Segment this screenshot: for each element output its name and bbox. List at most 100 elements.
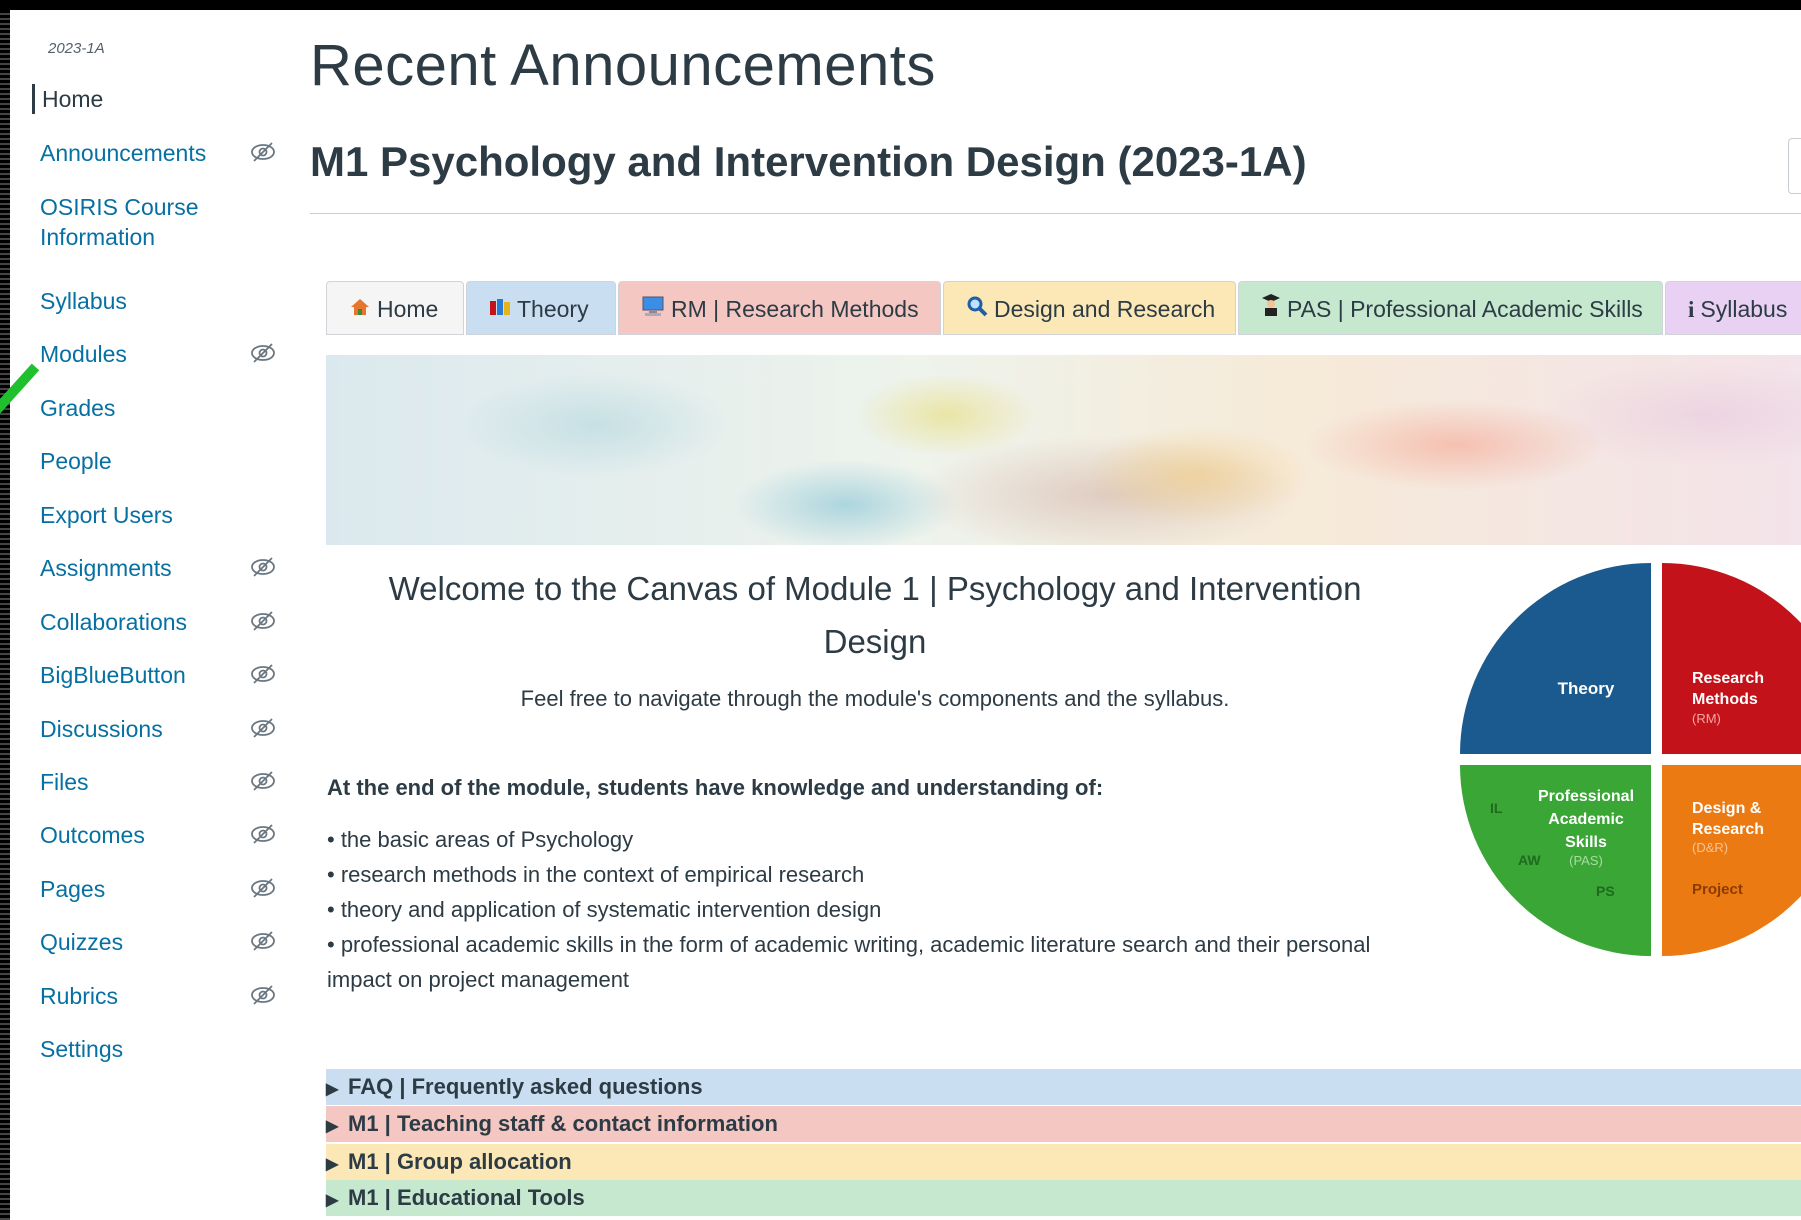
triangle-right-icon: ▶ <box>326 1192 339 1209</box>
pie-label-dr-1: Design & <box>1692 800 1762 817</box>
pie-label-rm-1: Research <box>1692 670 1764 687</box>
triangle-right-icon: ▶ <box>326 1156 339 1173</box>
welcome-heading: Welcome to the Canvas of Module 1 | Psyc… <box>388 570 1362 660</box>
pie-label-pas-2: Academic <box>1548 811 1624 828</box>
research-methods-quadrant[interactable] <box>1662 563 1801 754</box>
pie-label-rm-abbr: (RM) <box>1692 711 1721 726</box>
options-button[interactable] <box>1788 138 1801 194</box>
module-components-diagram: Theory Research Methods (RM) Professiona… <box>1460 563 1801 956</box>
collapsible-label: M1 | Educational Tools <box>348 1185 585 1210</box>
sidebar-item-files[interactable]: Files <box>40 767 276 797</box>
tab-theory[interactable]: Theory <box>466 281 616 335</box>
list-item: • the basic areas of Psychology <box>327 827 634 852</box>
pie-label-project: Project <box>1692 881 1743 898</box>
pie-label-pas-3: Skills <box>1565 834 1607 851</box>
eye-slash-icon <box>251 878 275 898</box>
sidebar-item-label: Announcements <box>40 140 207 166</box>
graduate-icon <box>1261 282 1281 336</box>
sidebar-item-label: Rubrics <box>40 983 118 1009</box>
sidebar-item-home[interactable]: Home <box>32 84 278 114</box>
tab-label: Home <box>377 296 439 322</box>
sidebar-item-label: People <box>40 448 112 474</box>
eye-slash-icon <box>251 343 275 363</box>
sidebar-item-announcements[interactable]: Announcements <box>40 138 276 168</box>
sidebar-item-discussions[interactable]: Discussions <box>40 714 276 744</box>
term-label: 2023-1A <box>48 40 105 57</box>
sidebar-item-syllabus[interactable]: Syllabus <box>40 286 276 316</box>
sidebar-item-outcomes[interactable]: Outcomes <box>40 820 276 850</box>
sidebar-item-label: Collaborations <box>40 609 188 635</box>
collapsible-label: FAQ | Frequently asked questions <box>348 1074 703 1099</box>
educational-tools-collapsible[interactable]: ▶ M1 | Educational Tools <box>326 1180 1801 1216</box>
window-edge <box>0 10 10 1220</box>
outcomes-list: • the basic areas of Psychology • resear… <box>327 822 1437 997</box>
sidebar-item-label: Syllabus <box>40 288 127 314</box>
tab-design-and-research[interactable]: Design and Research <box>943 281 1236 335</box>
tab-label: Theory <box>517 296 589 322</box>
tab-label: Syllabus <box>1700 296 1788 322</box>
tab-label: RM | Research Methods <box>671 296 919 322</box>
books-icon <box>489 282 511 336</box>
faq-collapsible[interactable]: ▶ FAQ | Frequently asked questions <box>326 1069 1801 1105</box>
tab-research-methods[interactable]: RM | Research Methods <box>618 281 941 335</box>
sidebar-item-assignments[interactable]: Assignments <box>40 553 276 583</box>
sidebar-item-quizzes[interactable]: Quizzes <box>40 927 276 957</box>
group-allocation-collapsible[interactable]: ▶ M1 | Group allocation <box>326 1144 1801 1180</box>
sidebar-item-label: Grades <box>40 395 116 421</box>
sidebar-item-modules[interactable]: Modules <box>40 339 276 369</box>
sidebar-item-grades[interactable]: Grades <box>40 393 276 423</box>
sidebar-item-export-users[interactable]: Export Users <box>40 500 276 530</box>
list-item: • professional academic skills in the fo… <box>327 932 1371 992</box>
house-icon <box>349 282 371 336</box>
pie-label-il: IL <box>1490 800 1503 816</box>
sidebar-item-settings[interactable]: Settings <box>40 1034 276 1064</box>
design-research-quadrant[interactable] <box>1662 765 1801 956</box>
sidebar-item-label-line2: Information <box>40 224 156 250</box>
pie-label-dr-abbr: (D&R) <box>1692 840 1728 855</box>
canvas-course-page: 2023-1A Home Announcements OSIRIS Course… <box>0 10 1801 1220</box>
sidebar-item-label: Quizzes <box>40 929 124 955</box>
sidebar-item-bigbluebutton[interactable]: BigBlueButton <box>40 660 276 690</box>
triangle-right-icon: ▶ <box>326 1081 339 1098</box>
sidebar-item-label: Settings <box>40 1036 124 1062</box>
sidebar-item-label: Modules <box>40 341 127 367</box>
info-icon: i <box>1688 297 1695 322</box>
tab-home[interactable]: Home <box>326 281 464 335</box>
eye-slash-icon <box>251 824 275 844</box>
intro-text: Feel free to navigate through the module… <box>520 686 1230 711</box>
sidebar-item-label: BigBlueButton <box>40 662 186 688</box>
pie-label-pas-abbr: (PAS) <box>1569 853 1603 868</box>
sidebar-item-label: Assignments <box>40 555 172 581</box>
pie-label-aw: AW <box>1518 852 1541 868</box>
pie-label-pas-1: Professional <box>1538 788 1634 805</box>
eye-slash-icon <box>251 664 275 684</box>
collapsible-label: M1 | Teaching staff & contact informatio… <box>348 1111 778 1136</box>
magnifier-icon <box>966 282 988 336</box>
pie-label-rm-2: Methods <box>1692 691 1758 708</box>
brain-banner-image <box>326 355 1801 545</box>
sidebar-item-collaborations[interactable]: Collaborations <box>40 607 276 637</box>
eye-slash-icon <box>251 985 275 1005</box>
sidebar-item-label: Pages <box>40 876 106 902</box>
pie-label-theory: Theory <box>1558 679 1615 698</box>
tab-label: Design and Research <box>994 296 1216 322</box>
sidebar-item-pages[interactable]: Pages <box>40 874 276 904</box>
sidebar-item-people[interactable]: People <box>40 446 276 476</box>
sidebar-item-label: Outcomes <box>40 822 145 848</box>
pie-label-dr-2: Research <box>1692 821 1764 838</box>
tab-professional-academic-skills[interactable]: PAS | Professional Academic Skills <box>1238 281 1663 335</box>
sidebar-item-label: OSIRIS Course <box>40 194 199 220</box>
pie-label-ps: PS <box>1596 883 1615 899</box>
eye-slash-icon <box>251 931 275 951</box>
eye-slash-icon <box>251 142 275 162</box>
eye-slash-icon <box>251 557 275 577</box>
theory-quadrant[interactable] <box>1460 563 1651 754</box>
sidebar-item-label: Export Users <box>40 502 173 528</box>
teaching-staff-collapsible[interactable]: ▶ M1 | Teaching staff & contact informati… <box>326 1106 1801 1142</box>
page-title: Recent Announcements <box>310 33 936 98</box>
computer-icon <box>641 282 665 336</box>
sidebar-item-rubrics[interactable]: Rubrics <box>40 981 276 1011</box>
sidebar-item-osiris-course-information[interactable]: OSIRIS Course Information <box>40 192 276 252</box>
tab-syllabus[interactable]: i Syllabus <box>1665 281 1801 335</box>
course-title: M1 Psychology and Intervention Design (2… <box>310 138 1307 185</box>
